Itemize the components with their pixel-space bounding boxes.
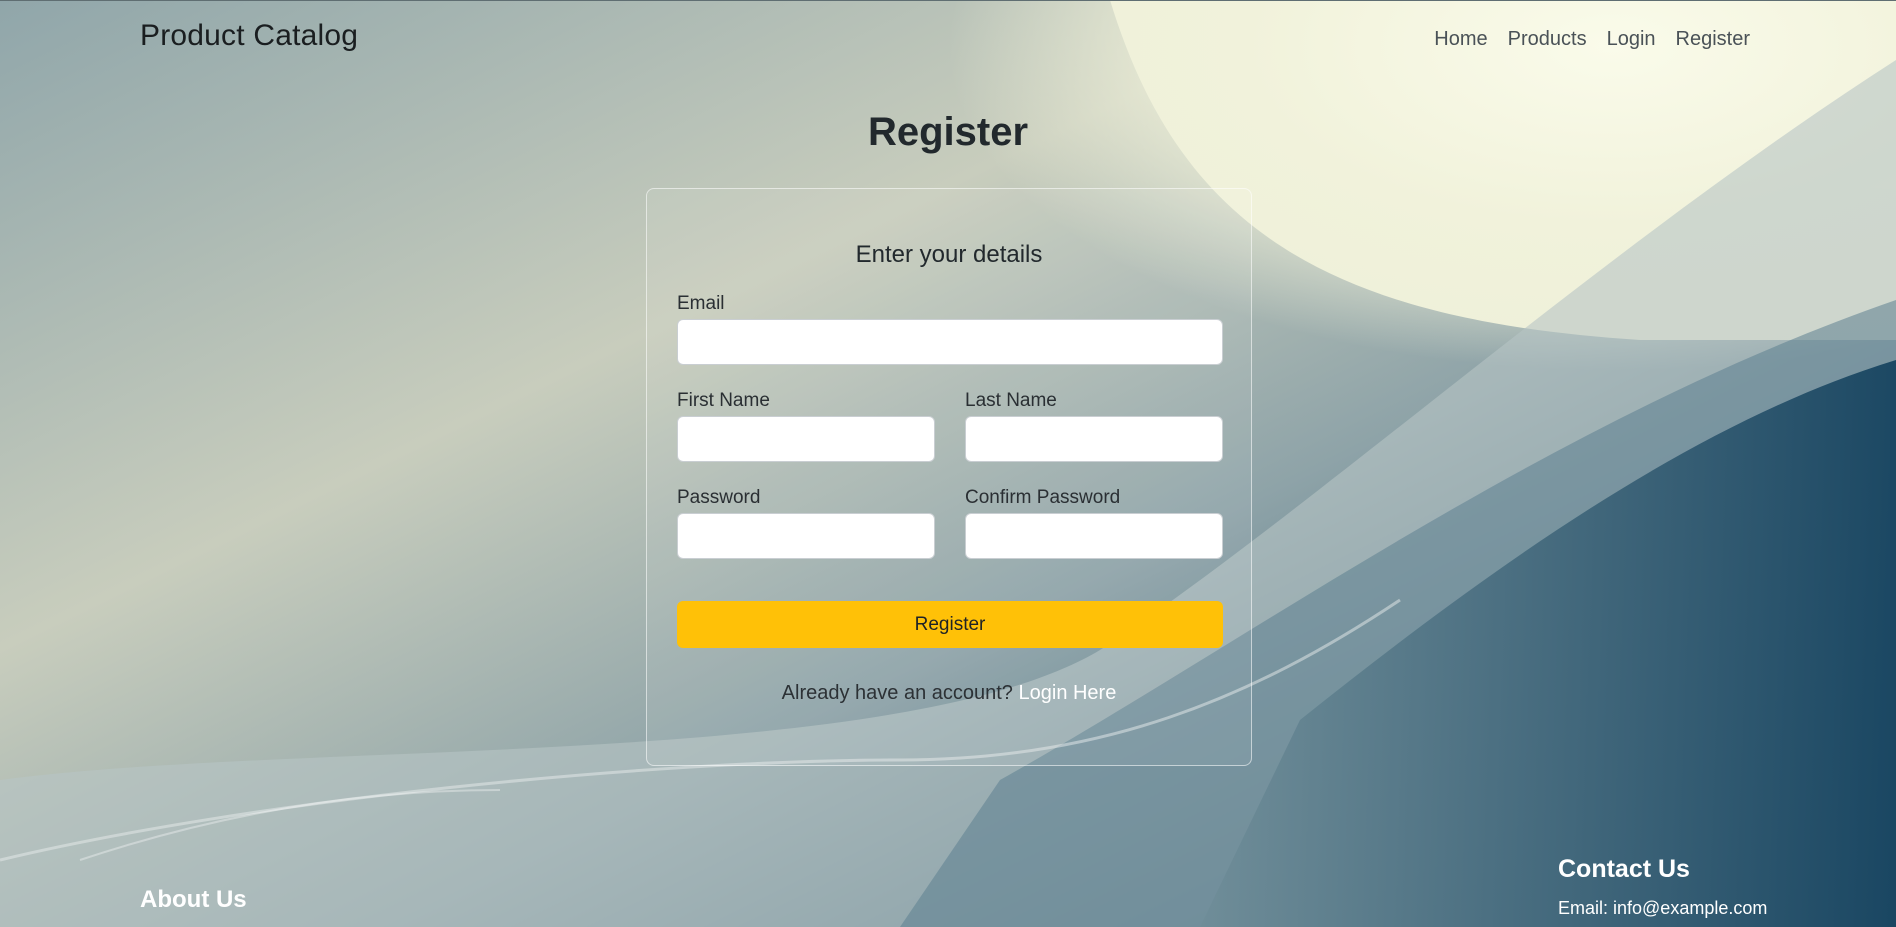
nav-login-link[interactable]: Login (1607, 28, 1656, 51)
footer-contact-email: Email: info@example.com (1558, 898, 1768, 918)
footer-about-title: About Us (140, 886, 247, 913)
nav-links: Home Products Login Register (1434, 28, 1750, 51)
login-prompt-line: Already have an account? Login Here (647, 682, 1251, 705)
confirm-password-input[interactable] (965, 513, 1223, 559)
nav-register-link[interactable]: Register (1676, 28, 1750, 51)
register-card: Enter your details Email First Name Last… (646, 188, 1252, 766)
password-input[interactable] (677, 513, 935, 559)
navbar: Product Catalog Home Products Login Regi… (0, 0, 1896, 81)
brand-logo[interactable]: Product Catalog (140, 19, 358, 53)
login-here-link[interactable]: Login Here (1019, 682, 1117, 704)
confirm-password-label: Confirm Password (965, 487, 1121, 508)
page-title: Register (867, 110, 1029, 154)
footer-contact-title: Contact Us (1558, 855, 1690, 883)
password-label: Password (677, 487, 761, 508)
first-name-input[interactable] (677, 416, 935, 462)
register-button[interactable]: Register (677, 601, 1223, 648)
form-heading: Enter your details (855, 241, 1043, 268)
login-prompt-text: Already have an account? (781, 682, 1013, 704)
nav-products-link[interactable]: Products (1508, 28, 1587, 51)
last-name-input[interactable] (965, 416, 1223, 462)
email-input[interactable] (677, 319, 1223, 365)
first-name-label: First Name (677, 390, 770, 411)
nav-home-link[interactable]: Home (1434, 28, 1487, 51)
last-name-label: Last Name (965, 390, 1057, 411)
email-label: Email (677, 293, 725, 314)
